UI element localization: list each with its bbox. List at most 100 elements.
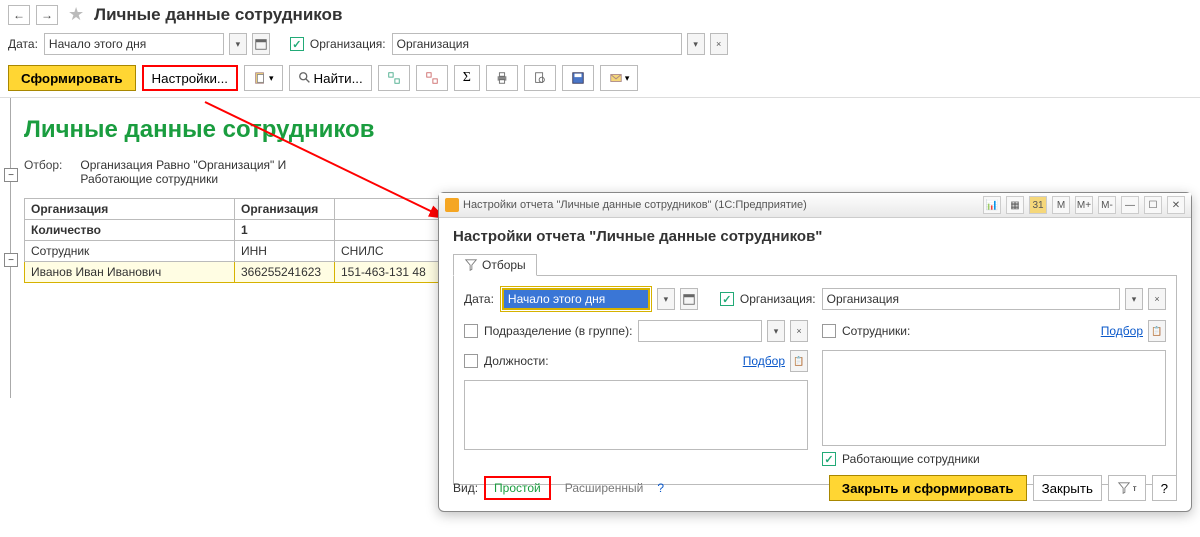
date-input[interactable]: Начало этого дня [44,33,224,55]
org-input[interactable]: Организация [392,33,682,55]
dlg-close-button[interactable]: Закрыть [1033,475,1102,501]
cell-employee: Иванов Иван Иванович [25,262,235,283]
dlg-org-input[interactable]: Организация [822,288,1120,310]
tree-line [10,98,11,398]
org-clear-button[interactable]: × [710,33,728,55]
filter-label: Отбор: [24,158,62,186]
sum-button[interactable]: Σ [454,65,480,91]
win-grid-icon[interactable]: ▦ [1006,196,1024,214]
dlg-employees-select-link[interactable]: Подбор [1101,324,1143,338]
run-button[interactable]: Сформировать [8,65,136,91]
preview-button[interactable] [524,65,556,91]
settings-button[interactable]: Настройки... [142,65,238,91]
dlg-date-calendar-button[interactable] [680,288,698,310]
col-inn: ИНН [235,241,335,262]
col-snils: СНИЛС [335,241,455,262]
dlg-help-link[interactable]: ? [657,481,664,495]
win-close-button[interactable]: ✕ [1167,196,1185,214]
dlg-dept-clear-button[interactable]: × [790,320,808,342]
dlg-employees-label: Сотрудники: [842,324,910,338]
search-icon [298,71,312,85]
dlg-filter-button[interactable]: т [1108,475,1146,501]
cell-snils: 151-463-131 48 [335,262,455,283]
dlg-positions-paste-button[interactable]: 📋 [790,350,808,372]
win-mplus-button[interactable]: M+ [1075,196,1093,214]
printer-icon [495,71,509,85]
dlg-org-checkbox[interactable]: ✓ [720,292,734,306]
dlg-date-input[interactable]: Начало этого дня [502,288,650,310]
dialog-titlebar[interactable]: Настройки отчета "Личные данные сотрудни… [439,193,1191,218]
settings-dialog: Настройки отчета "Личные данные сотрудни… [438,192,1192,512]
dlg-employees-listbox[interactable] [822,350,1166,446]
org-label: Организация: [310,37,386,51]
sigma-icon: Σ [463,70,471,86]
tree-collapse-2[interactable]: − [4,253,18,267]
dlg-help-button[interactable]: ? [1152,475,1177,501]
nav-back-button[interactable]: ← [8,5,30,25]
collapse-button[interactable] [416,65,448,91]
col-employee: Сотрудник [25,241,235,262]
clipboard-icon [253,71,267,85]
filter-text-1: Организация Равно "Организация" И [80,158,286,172]
win-maximize-button[interactable]: ☐ [1144,196,1162,214]
dlg-dept-dropdown-button[interactable]: ▾ [767,320,785,342]
tab-filters[interactable]: Отборы [453,254,537,276]
dlg-dept-input[interactable] [638,320,762,342]
date-dropdown-button[interactable]: ▾ [229,33,247,55]
dlg-org-clear-button[interactable]: × [1148,288,1166,310]
table-header-count-val: 1 [235,220,335,241]
save-button[interactable] [562,65,594,91]
find-button[interactable]: Найти... [289,65,372,91]
date-calendar-button[interactable] [252,33,270,55]
app-logo-icon [445,198,459,212]
win-m-button[interactable]: M [1052,196,1070,214]
favorite-star-icon[interactable]: ★ [68,4,84,25]
email-button[interactable]: ▾ [600,65,639,91]
funnel-icon [464,258,478,272]
dlg-working-label: Работающие сотрудники [842,452,980,466]
paste-button[interactable]: ▾ [244,65,283,91]
dlg-view-advanced-link[interactable]: Расширенный [557,478,652,498]
table-header-org-val: Организация [235,199,335,220]
table-row[interactable]: Иванов Иван Иванович 366255241623 151-46… [25,262,455,283]
tree-collapse-1[interactable]: − [4,168,18,182]
dlg-positions-listbox[interactable] [464,380,808,450]
dlg-positions-checkbox[interactable]: ✓ [464,354,478,368]
dlg-positions-label: Должности: [484,354,549,368]
expand-button[interactable] [378,65,410,91]
dlg-employees-paste-button[interactable]: 📋 [1148,320,1166,342]
report-title: Личные данные сотрудников [24,116,1186,144]
filter-text-2: Работающие сотрудники [80,172,286,186]
dlg-positions-select-link[interactable]: Подбор [743,354,785,368]
win-calc-icon[interactable]: 📊 [983,196,1001,214]
page-title: Личные данные сотрудников [94,5,342,25]
dlg-date-dropdown-button[interactable]: ▾ [657,288,675,310]
dlg-working-checkbox[interactable]: ✓ [822,452,836,466]
dialog-titlebar-text: Настройки отчета "Личные данные сотрудни… [463,199,807,211]
dlg-org-label: Организация: [740,292,816,306]
org-dropdown-button[interactable]: ▾ [687,33,705,55]
dlg-dept-checkbox[interactable]: ✓ [464,324,478,338]
dialog-heading: Настройки отчета "Личные данные сотрудни… [453,228,1177,245]
dlg-employees-checkbox[interactable]: ✓ [822,324,836,338]
dlg-org-dropdown-button[interactable]: ▾ [1125,288,1143,310]
win-calendar-icon[interactable]: 31 [1029,196,1047,214]
dlg-ok-button[interactable]: Закрыть и сформировать [829,475,1027,501]
print-button[interactable] [486,65,518,91]
cell-inn: 366255241623 [235,262,335,283]
calendar-icon [682,292,696,306]
nav-forward-button[interactable]: → [36,5,58,25]
dlg-view-label: Вид: [453,481,478,495]
floppy-icon [571,71,585,85]
dlg-dept-label: Подразделение (в группе): [484,324,632,338]
date-label: Дата: [8,37,38,51]
win-minimize-button[interactable]: — [1121,196,1139,214]
funnel-icon [1117,481,1131,495]
envelope-icon [609,71,623,85]
table-header-org: Организация [25,199,235,220]
expand-icon [387,71,401,85]
collapse-icon [425,71,439,85]
dlg-view-simple-link[interactable]: Простой [484,476,551,500]
win-mminus-button[interactable]: M- [1098,196,1116,214]
org-checkbox[interactable]: ✓ [290,37,304,51]
